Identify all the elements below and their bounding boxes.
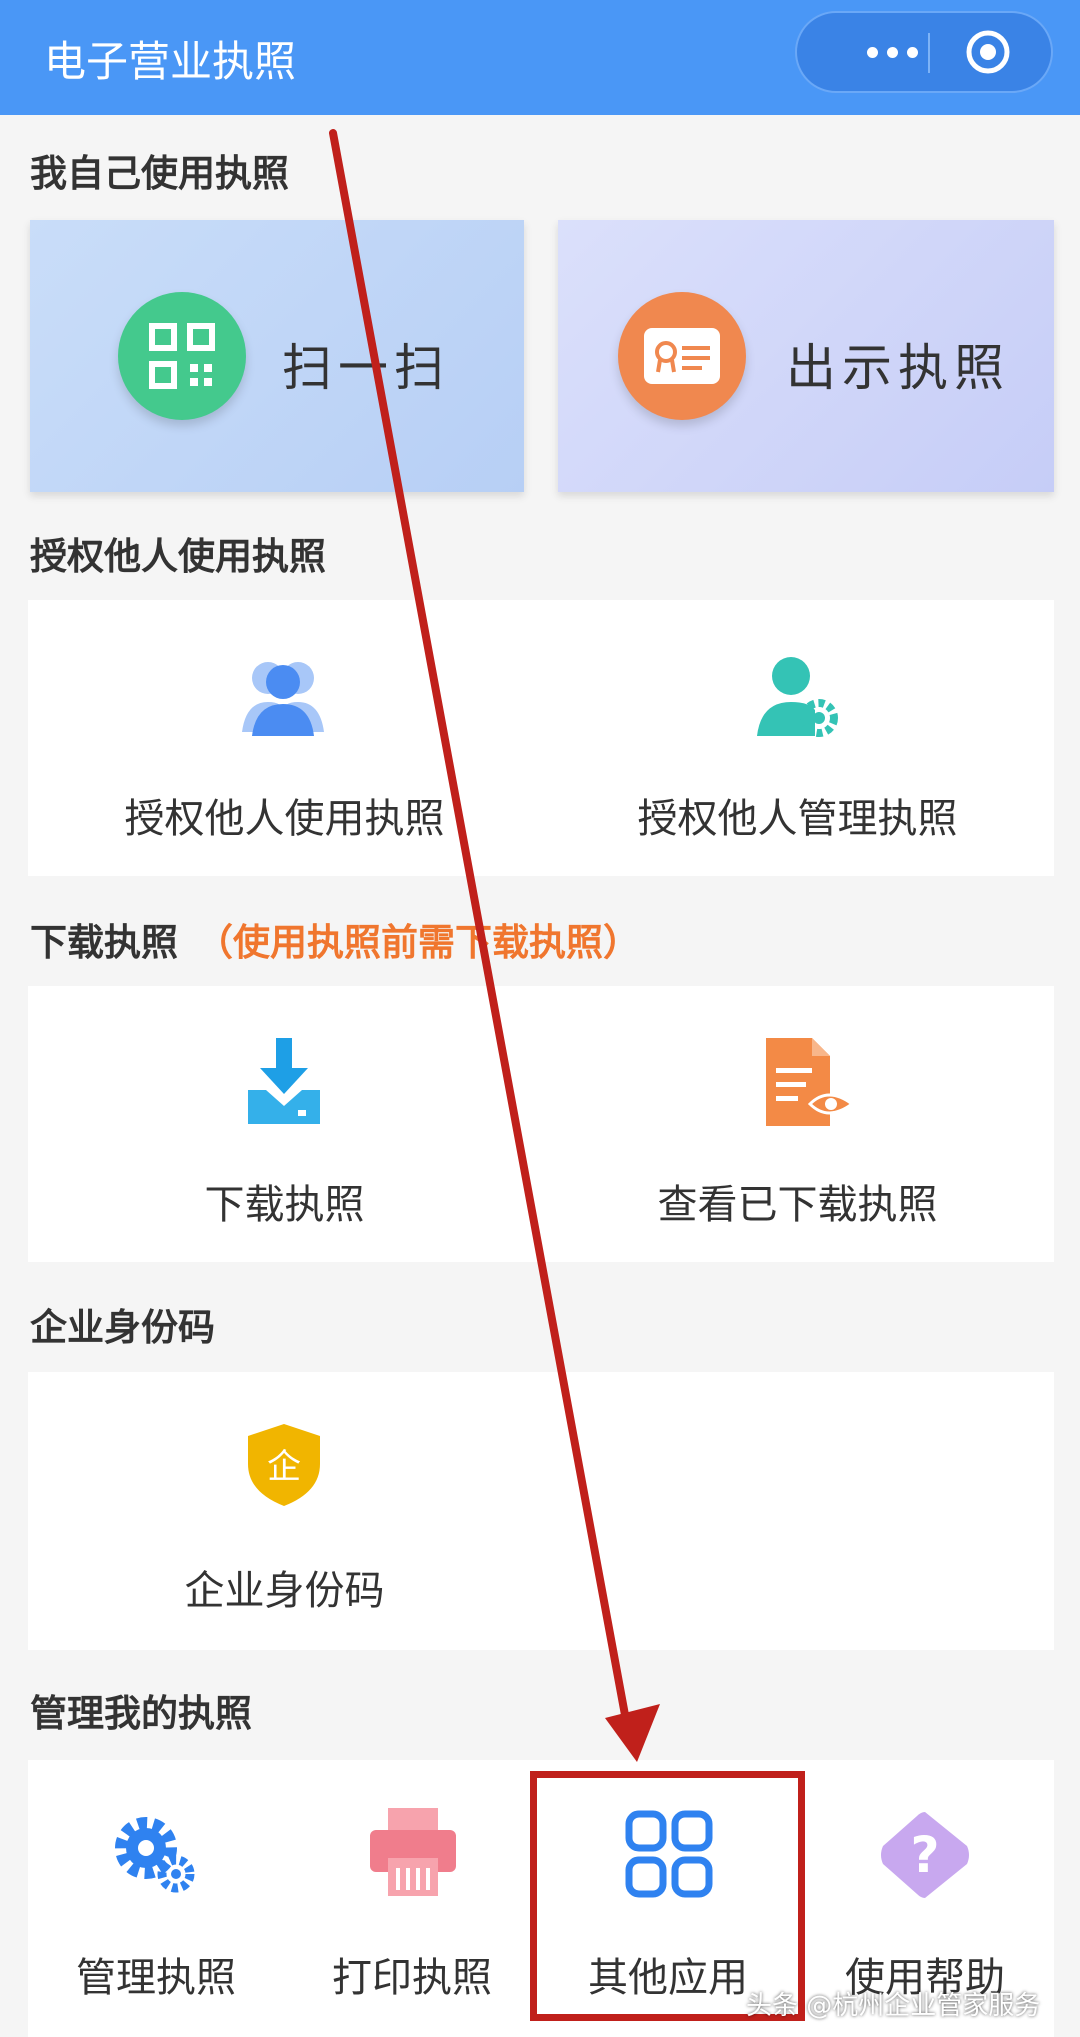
annotation-arrow (329, 129, 660, 1762)
watermark: 头条 @杭州企业管家服务 (746, 1991, 1041, 2021)
annotation-highlight-box (530, 1771, 805, 2021)
